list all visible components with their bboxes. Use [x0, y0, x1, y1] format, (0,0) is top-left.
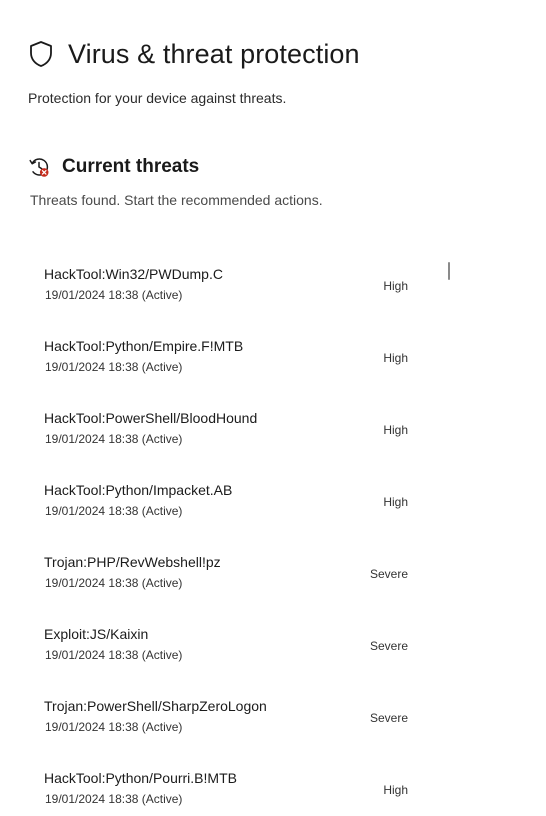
current-threats-title: Current threats [62, 156, 200, 177]
threat-date: 19/01/2024 18:38 (Active) [45, 576, 183, 590]
threat-severity: Severe [369, 639, 408, 653]
threat-date: 19/01/2024 18:38 (Active) [45, 720, 183, 734]
threat-list: HackTool:Win32/PWDump.C 19/01/2024 18:38… [0, 250, 546, 816]
threat-date: 19/01/2024 18:38 (Active) [45, 504, 183, 518]
history-alert-icon [28, 156, 50, 178]
threat-name: HackTool:Win32/PWDump.C [44, 266, 223, 282]
threat-date: 19/01/2024 18:38 (Active) [45, 432, 183, 446]
threat-severity: Severe [369, 711, 408, 725]
threat-date: 19/01/2024 18:38 (Active) [45, 792, 183, 806]
threat-date: 19/01/2024 18:38 (Active) [45, 648, 183, 662]
threat-row[interactable]: Exploit:JS/Kaixin 19/01/2024 18:38 (Acti… [0, 610, 450, 682]
threat-date: 19/01/2024 18:38 (Active) [45, 288, 183, 302]
threat-name: HackTool:Python/Impacket.AB [44, 482, 233, 498]
threat-severity: High [383, 423, 408, 437]
current-threats-heading-row: Current threats [28, 154, 528, 180]
threat-severity: Severe [369, 567, 408, 581]
threat-name: HackTool:PowerShell/BloodHound [44, 410, 258, 426]
shield-icon [28, 40, 54, 68]
threat-severity: High [383, 783, 408, 797]
scrollbar-thumb[interactable] [448, 262, 450, 280]
threat-row[interactable]: HackTool:Python/Pourri.B!MTB 19/01/2024 … [0, 754, 450, 816]
threat-severity: High [383, 279, 408, 293]
threat-date: 19/01/2024 18:38 (Active) [45, 360, 183, 374]
page-subtitle: Protection for your device against threa… [28, 90, 287, 106]
threat-row[interactable]: HackTool:Python/Empire.F!MTB 19/01/2024 … [0, 322, 450, 394]
threat-name: HackTool:Python/Empire.F!MTB [44, 338, 244, 354]
threat-name: HackTool:Python/Pourri.B!MTB [44, 770, 237, 786]
threat-name: Trojan:PowerShell/SharpZeroLogon [44, 698, 267, 714]
threat-row[interactable]: HackTool:PowerShell/BloodHound 19/01/202… [0, 394, 450, 466]
title-row: Virus & threat protection [28, 36, 528, 72]
threat-row[interactable]: Trojan:PHP/RevWebshell!pz 19/01/2024 18:… [0, 538, 450, 610]
current-threats-section: Current threats Threats found. Start the… [28, 154, 528, 208]
page-title: Virus & threat protection [68, 38, 360, 69]
current-threats-subtitle: Threats found. Start the recommended act… [30, 192, 323, 208]
page-header: Virus & threat protection Protection for… [28, 36, 528, 106]
threat-severity: High [383, 351, 408, 365]
threat-name: Exploit:JS/Kaixin [44, 626, 149, 642]
threat-severity: High [383, 495, 408, 509]
threat-row[interactable]: HackTool:Win32/PWDump.C 19/01/2024 18:38… [0, 250, 450, 322]
threat-row[interactable]: HackTool:Python/Impacket.AB 19/01/2024 1… [0, 466, 450, 538]
threat-name: Trojan:PHP/RevWebshell!pz [44, 554, 221, 570]
threat-row[interactable]: Trojan:PowerShell/SharpZeroLogon 19/01/2… [0, 682, 450, 754]
